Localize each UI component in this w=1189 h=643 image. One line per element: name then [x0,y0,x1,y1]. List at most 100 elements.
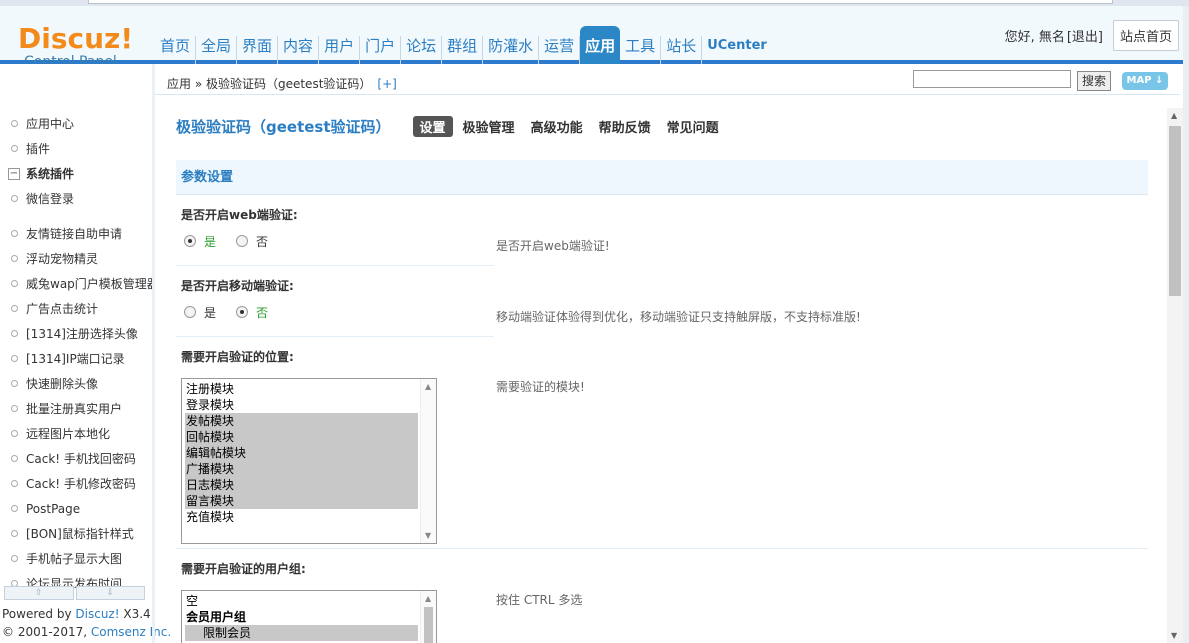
positions-select[interactable]: ▲ ▼ 注册模块 登录模块 发帖模块 回帖模块 编辑帖模块 广播模块 日志模块 留言模块 充值模块 [181,378,437,544]
position-option[interactable]: 日志模块 [185,477,418,493]
tab-1[interactable]: 极验管理 [463,117,515,136]
sidebar-item-plugin[interactable]: [1314]IP端口记录 [0,347,152,372]
positions-scrollbar[interactable]: ▲ ▼ [420,379,436,543]
sidebar-scroll-arrows: ⇧ ⇩ [4,586,145,600]
sidebar-item-plugin[interactable]: 快速删除头像 [0,372,152,397]
map-button[interactable]: MAP ↓ [1122,72,1168,90]
nav-item-7[interactable]: 群组 [442,36,484,64]
nav-item-5[interactable]: 门户 [360,36,402,64]
sidebar-item-top[interactable]: 应用中心 [0,112,152,137]
bullet-icon [11,405,18,412]
nav-item-4[interactable]: 用户 [319,36,361,64]
collapse-icon[interactable]: − [8,168,20,180]
positions-field: 需要开启验证的位置: ▲ ▼ 注册模块 登录模块 发帖模块 回帖模块 编辑帖模块 广播模块日… [176,337,1148,548]
web-verify-no-radio[interactable] [236,235,249,247]
nav-item-13[interactable]: UCenter [702,36,772,64]
sidebar-item-label: [1314]IP端口记录 [26,352,125,366]
sidebar-item-plugin[interactable]: 远程图片本地化 [0,422,152,447]
sidebar-item-plugin[interactable]: 手机帖子显示大图 [0,547,152,572]
comsenz-link[interactable]: Comsenz Inc. [91,625,171,639]
page-scroll-thumb[interactable] [1169,126,1181,296]
position-option[interactable]: 充值模块 [185,509,418,525]
sidebar-item-plugin[interactable]: PostPage [0,497,152,522]
tab-2[interactable]: 高级功能 [531,117,583,136]
position-option[interactable]: 广播模块 [185,461,418,477]
sidebar-scroll-up-icon[interactable]: ⇧ [4,586,74,600]
usergroup-option[interactable]: 限制会员 [185,625,418,641]
position-option[interactable]: 登录模块 [185,397,418,413]
nav-item-9[interactable]: 运营 [539,36,581,64]
logout-link[interactable]: [退出] [1067,30,1103,45]
page-scroll-up-icon[interactable]: ▲ [1171,111,1177,120]
page-scrollbar[interactable]: ▲ ▼ [1167,108,1183,643]
powered-by: Powered by Discuz! X3.4 [2,607,151,621]
discuz-link[interactable]: Discuz! [75,607,119,621]
web-verify-field: 是否开启web端验证: 是 否 是否开启web端验证! [176,195,1148,265]
page-scroll-down-icon[interactable]: ▼ [1171,631,1177,640]
usergroups-select[interactable]: ▲ 空会员用户组 限制会员 [181,590,437,643]
search-button[interactable]: 搜索 [1077,71,1111,91]
sidebar-border [152,64,155,643]
bullet-icon [11,430,18,437]
bullet-icon [11,555,18,562]
mobile-verify-no-radio[interactable] [236,306,249,318]
sidebar-item-plugin[interactable]: 威兔wap门户模板管理器 [0,272,152,297]
breadcrumb-add-link[interactable]: [+] [377,77,396,91]
sidebar-item-plugin[interactable]: 浮动宠物精灵 [0,247,152,272]
sidebar-scroll-down-icon[interactable]: ⇩ [75,586,145,600]
nav-item-3[interactable]: 内容 [278,36,320,64]
plugin-tabs: 设置 极验管理 高级功能 帮助反馈 常见问题 [412,115,735,137]
sidebar-item-label: PostPage [26,502,81,516]
sidebar-item-plugin[interactable]: [1314]注册选择头像 [0,322,152,347]
sidebar-group-system-plugins[interactable]: − 系统插件 [0,162,152,187]
sidebar-item-plugin[interactable]: 广告点击统计 [0,297,152,322]
position-option[interactable]: 留言模块 [185,493,418,509]
nav-item-2[interactable]: 界面 [237,36,279,64]
nav-item-0[interactable]: 首页 [155,36,197,64]
bullet-icon [11,145,18,152]
usergroup-option[interactable]: 空 [185,593,418,609]
nav-item-8[interactable]: 防灌水 [483,36,540,64]
tab-0[interactable]: 设置 [412,115,453,137]
nav-item-11[interactable]: 工具 [620,36,662,64]
main-content: 极验验证码（geetest验证码） 设置 极验管理 高级功能 帮助反馈 常见问题 参数设… [176,108,1148,643]
sidebar-item-plugin[interactable]: Cack! 手机修改密码 [0,472,152,497]
sidebar-item-label: 快速删除头像 [26,377,99,391]
position-option[interactable]: 发帖模块 [185,413,418,429]
nav-item-1[interactable]: 全局 [196,36,238,64]
mobile-verify-yes-radio[interactable] [184,306,196,318]
sidebar-item-plugin[interactable]: 友情链接自助申请 [0,222,152,247]
nav-item-10[interactable]: 应用 [580,26,621,64]
scroll-thumb[interactable] [424,607,433,643]
position-option[interactable]: 注册模块 [185,381,418,397]
sidebar-item-plugin[interactable]: 批量注册真实用户 [0,397,152,422]
position-option[interactable]: 回帖模块 [185,429,418,445]
bullet-icon [11,330,18,337]
site-home-button[interactable]: 站点首页 [1112,20,1179,51]
mobile-verify-field: 是否开启移动端验证: 是 否 移动端验证体验得到优化，移动端验证只支持触屏版，不… [176,266,1148,336]
position-option[interactable]: 编辑帖模块 [185,445,418,461]
sidebar-item-plugin[interactable]: [BON]鼠标指针样式 [0,522,152,547]
powered-prefix: Powered by [2,607,72,621]
plugin-title[interactable]: 极验验证码（geetest验证码） [176,116,391,137]
sidebar-item-plugin[interactable]: Cack! 手机找回密码 [0,447,152,472]
browser-address-bar[interactable] [88,0,1113,4]
usergroups-scrollbar[interactable]: ▲ [420,591,436,643]
usergroup-option[interactable]: 会员用户组 [185,609,418,625]
sidebar: 应用中心 插件 − 系统插件 微信登录友情链接自助申请浮动宠物精灵威兔wap门户模板管理… [0,64,171,643]
sidebar-item-top[interactable]: 插件 [0,137,152,162]
bullet-icon [11,230,18,237]
tab-4[interactable]: 常见问题 [667,117,719,136]
search-input[interactable] [913,70,1071,88]
positions-tip: 需要验证的模块! [496,380,585,394]
sidebar-item-label: Cack! 手机找回密码 [26,452,136,466]
nav-item-6[interactable]: 论坛 [401,36,443,64]
bullet-icon [11,455,18,462]
main-nav: 首页 全局 界面 内容 用户 门户 论坛 群组 防灌水 运营 应用 工具 站长 UCenter [155,22,772,64]
web-verify-yes-radio[interactable] [184,235,196,247]
breadcrumb: 应用 » 极验验证码（geetest验证码） [+] [167,75,397,92]
tab-3[interactable]: 帮助反馈 [599,117,651,136]
nav-item-12[interactable]: 站长 [661,36,703,64]
sidebar-item-system[interactable]: 微信登录 [0,187,152,212]
sidebar-item-label: 浮动宠物精灵 [26,252,99,266]
